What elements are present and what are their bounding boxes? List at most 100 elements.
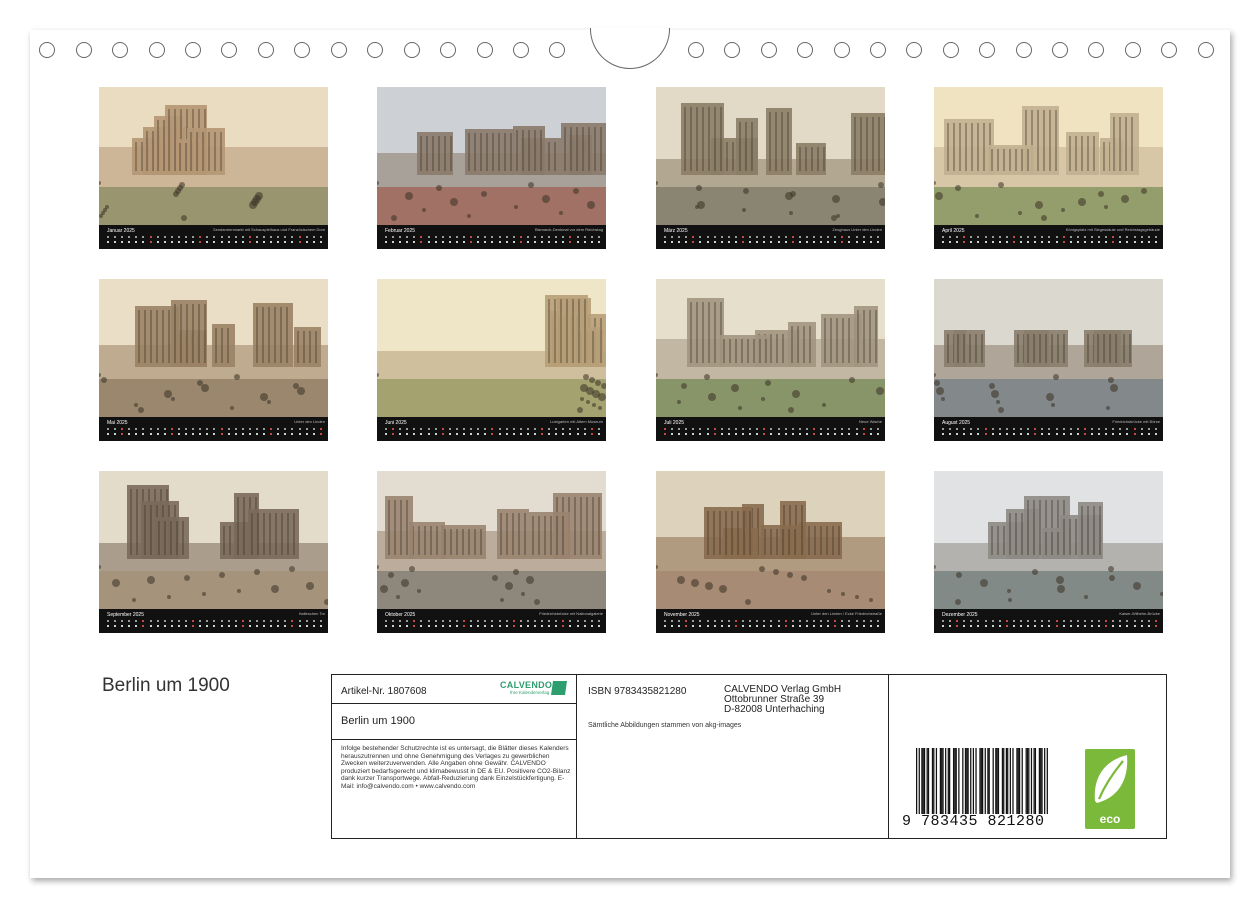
binding-hole xyxy=(1198,42,1214,58)
calendar-weekday-row xyxy=(107,620,322,624)
legal-notice: Infolge bestehender Schutzrechte ist es … xyxy=(341,745,571,790)
barcode-image xyxy=(916,748,1048,814)
photo-caption: Zeughaus Unter den Linden xyxy=(832,227,882,232)
calvendo-logo-text: CALVENDO xyxy=(500,680,553,690)
hanger-cutout xyxy=(590,28,670,69)
calendar-weekday-row xyxy=(385,428,600,432)
binding-hole xyxy=(1052,42,1068,58)
calendar-weekday-row xyxy=(942,620,1157,624)
calendar-weekday-row xyxy=(664,236,879,240)
month-thumbnail: Februar 2025 Bismarck-Denkmal vor dem Rei… xyxy=(377,87,606,249)
month-name: Mai 2025 xyxy=(107,420,128,426)
photo-caption: Unter den Linden / Ecke Friedrichstraße xyxy=(811,611,882,616)
month-name: Januar 2025 xyxy=(107,228,135,234)
month-thumbnail: Juni 2025 Lustgarten mit Altem Museum xyxy=(377,279,606,441)
binding-hole xyxy=(258,42,274,58)
binding-hole xyxy=(797,42,813,58)
binding-hole xyxy=(1088,42,1104,58)
binding-hole xyxy=(331,42,347,58)
calvendo-logo: CALVENDO Ihre Kalenderverlag xyxy=(500,680,570,700)
month-thumbnail: Dezember 2025 Kaiser-Wilhelm-Brücke xyxy=(934,471,1163,633)
binding-hole xyxy=(367,42,383,58)
month-name: Juli 2025 xyxy=(664,420,685,426)
month-thumbnail: Januar 2025 Gendarmenmarkt mit Schauspiel… xyxy=(99,87,328,249)
binding-hole xyxy=(688,42,704,58)
binding-hole xyxy=(185,42,201,58)
binding-hole xyxy=(149,42,165,58)
historic-photo xyxy=(99,87,328,225)
barcode-digits: 9 783435 821280 xyxy=(902,813,1045,830)
photo-caption: Gendarmenmarkt mit Schauspielhaus und Fr… xyxy=(212,227,326,232)
historic-photo xyxy=(377,279,606,417)
month-thumbnail: September 2025 Halleschen Tor xyxy=(99,471,328,633)
calendar-weekday-row xyxy=(385,620,600,624)
calendar-date-row xyxy=(385,625,600,629)
photo-caption: Friedrichsbrücke mit Börse xyxy=(1112,419,1160,424)
month-thumbnail: August 2025 Friedrichsbrücke mit Börse xyxy=(934,279,1163,441)
binding-hole xyxy=(549,42,565,58)
eco-badge: eco xyxy=(1085,749,1135,829)
historic-photo xyxy=(656,279,885,417)
calendar-date-row xyxy=(107,241,322,245)
calendar-weekday-row xyxy=(664,620,879,624)
binding-hole xyxy=(906,42,922,58)
month-thumbnail: Juli 2025 Neue Wache xyxy=(656,279,885,441)
calendar-date-row xyxy=(664,625,879,629)
calendar-weekday-row xyxy=(107,428,322,432)
calendar-date-row xyxy=(664,241,879,245)
binding-hole xyxy=(870,42,886,58)
month-name: März 2025 xyxy=(664,228,688,234)
binding-hole xyxy=(404,42,420,58)
month-name: November 2025 xyxy=(664,612,700,618)
binding-hole xyxy=(1125,42,1141,58)
historic-photo xyxy=(99,471,328,609)
photo-caption: Lustgarten mit Altem Museum xyxy=(550,419,603,424)
calvendo-book-icon xyxy=(551,681,567,695)
calendar-weekday-row xyxy=(942,428,1157,432)
isbn: ISBN 9783435821280 xyxy=(588,686,687,697)
binding-hole xyxy=(440,42,456,58)
month-name: August 2025 xyxy=(942,420,971,426)
binding-hole xyxy=(1016,42,1032,58)
month-name: Juni 2025 xyxy=(385,420,407,426)
calvendo-logo-subtext: Ihre Kalenderverlag xyxy=(510,690,550,695)
historic-photo xyxy=(656,471,885,609)
calendar-date-row xyxy=(942,241,1157,245)
binding-hole xyxy=(1161,42,1177,58)
month-thumbnail: April 2025 Königsplatz mit Siegessäule un… xyxy=(934,87,1163,249)
binding-hole xyxy=(724,42,740,58)
photo-caption: Kaiser-Wilhelm-Brücke xyxy=(1119,611,1160,616)
binding-hole xyxy=(39,42,55,58)
photo-caption: Unter den Linden xyxy=(294,419,325,424)
publisher-city: D-82008 Unterhaching xyxy=(724,704,825,715)
calendar-date-row xyxy=(664,433,879,437)
calendar-weekday-row xyxy=(942,236,1157,240)
calendar-weekday-row xyxy=(664,428,879,432)
photo-caption: Neue Wache xyxy=(859,419,882,424)
historic-photo xyxy=(99,279,328,417)
month-name: April 2025 xyxy=(942,228,965,234)
photo-caption: Bismarck-Denkmal vor dem Reichstag xyxy=(534,227,603,232)
month-name: Oktober 2025 xyxy=(385,612,416,618)
historic-photo xyxy=(377,87,606,225)
leaf-icon xyxy=(1094,755,1128,803)
photo-caption: Friedrichsbrücke mit Nationalgalerie xyxy=(539,611,603,616)
historic-photo xyxy=(934,471,1163,609)
historic-photo xyxy=(934,279,1163,417)
month-name: September 2025 xyxy=(107,612,144,618)
calendar-date-row xyxy=(385,241,600,245)
binding-hole xyxy=(477,42,493,58)
article-number: Artikel-Nr. 1807608 xyxy=(341,686,427,697)
photo-caption: Königsplatz mit Siegessäule und Reichsta… xyxy=(1065,227,1160,232)
barcode-area: 9 783435 821280 eco xyxy=(888,675,1164,838)
month-thumbnail: Oktober 2025 Friedrichsbrücke mit Nationa… xyxy=(377,471,606,633)
calendar-weekday-row xyxy=(385,236,600,240)
historic-photo xyxy=(656,87,885,225)
calendar-back-page: Januar 2025 Gendarmenmarkt mit Schauspiel… xyxy=(30,28,1230,878)
calendar-date-row xyxy=(942,625,1157,629)
binding-hole xyxy=(979,42,995,58)
binding-hole xyxy=(943,42,959,58)
photo-caption: Halleschen Tor xyxy=(298,611,325,616)
historic-photo xyxy=(934,87,1163,225)
month-name: Februar 2025 xyxy=(385,228,416,234)
